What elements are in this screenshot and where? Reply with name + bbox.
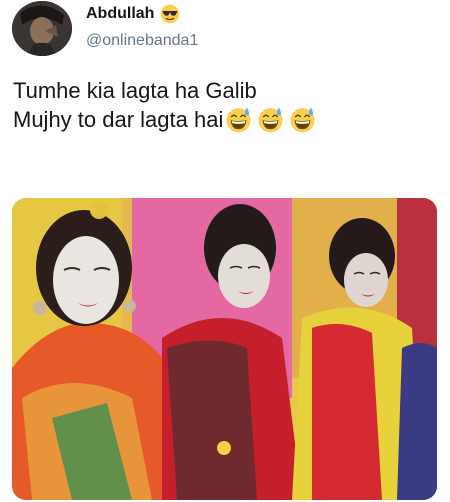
tweet-photo[interactable] <box>12 198 437 500</box>
bridal-makeup-photo <box>12 198 437 500</box>
tweet-text: Tumhe kia lagta ha Galib Mujhy to dar la… <box>13 76 433 134</box>
author-row: Abdullah <box>86 2 180 26</box>
sweat-emoji-row <box>225 106 316 133</box>
tweet-text-line-1: Tumhe kia lagta ha Galib <box>13 78 257 103</box>
user-avatar[interactable] <box>12 1 72 56</box>
tweet-card: Abdullah @onlinebanda1 Tumhe kia lagta h… <box>0 0 450 502</box>
grinning-face-with-sweat-icon <box>258 107 283 133</box>
tweet-text-line-2-text: Mujhy to dar lagta hai <box>13 107 224 132</box>
grinning-face-with-sweat-icon <box>290 107 315 133</box>
tweet-text-line-2: Mujhy to dar lagta hai <box>13 105 433 134</box>
author-display-name[interactable]: Abdullah <box>86 5 154 23</box>
avatar-image <box>12 1 72 56</box>
author-handle[interactable]: @onlinebanda1 <box>86 32 198 50</box>
sunglasses-emoji-icon <box>161 4 180 24</box>
grinning-face-with-sweat-icon <box>226 107 251 133</box>
